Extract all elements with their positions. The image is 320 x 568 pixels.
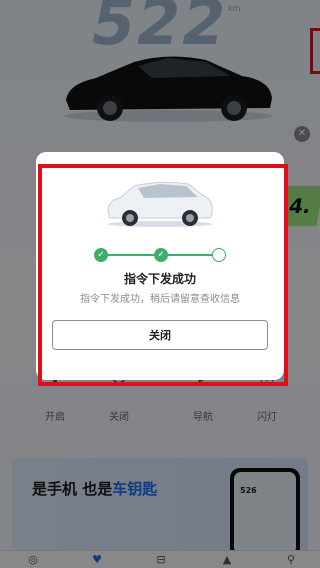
highlight-box [38, 164, 288, 386]
